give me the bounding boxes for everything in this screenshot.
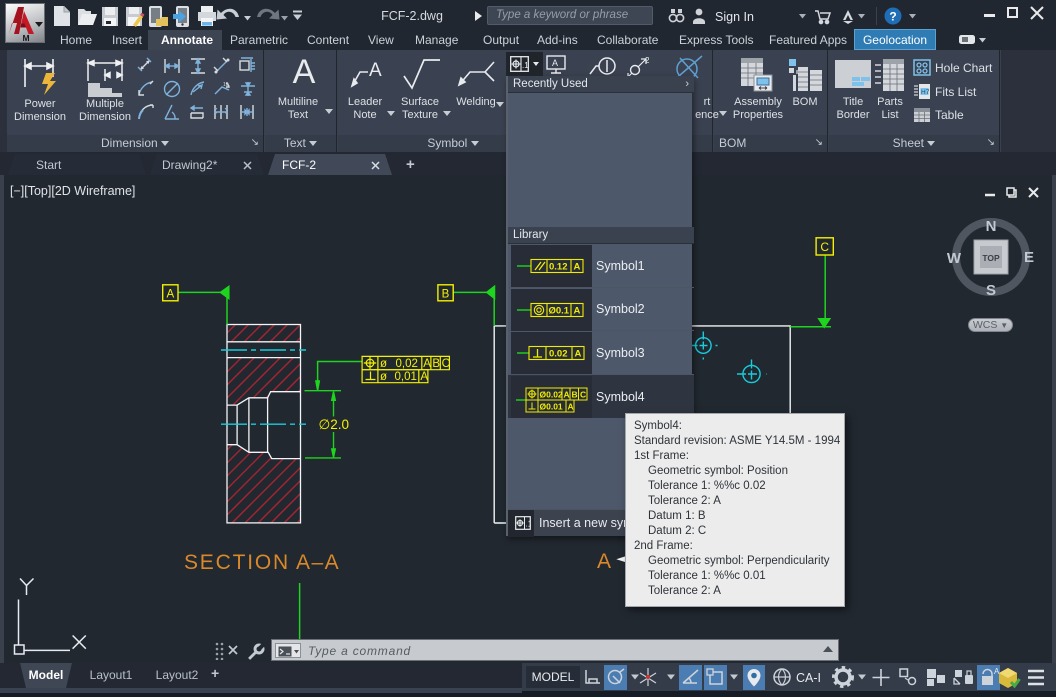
svg-text:0,01: 0,01	[395, 371, 417, 383]
svg-text:0.02: 0.02	[549, 349, 568, 360]
svg-text:H7: H7	[921, 89, 930, 96]
svg-text:A: A	[574, 262, 581, 273]
svg-text:ø: ø	[380, 371, 387, 383]
svg-text:A: A	[575, 349, 582, 360]
svg-text:A: A	[423, 358, 431, 370]
svg-text:ø: ø	[380, 358, 387, 370]
svg-text:A: A	[564, 389, 570, 399]
svg-text:Ø0.01: Ø0.01	[540, 401, 563, 411]
svg-text:A–A: A–A	[296, 551, 340, 574]
svg-text:CA-I: CA-I	[796, 671, 821, 685]
svg-text:A: A	[420, 371, 428, 383]
svg-text:C: C	[580, 389, 586, 399]
svg-text:B: B	[432, 358, 440, 370]
svg-text:B: B	[572, 389, 578, 399]
svg-text:Ø0.02: Ø0.02	[540, 389, 563, 399]
svg-text:C: C	[442, 358, 450, 370]
svg-text:B: B	[442, 288, 450, 300]
svg-text:C: C	[820, 240, 829, 254]
svg-text:A: A	[166, 288, 174, 300]
svg-text:0,02: 0,02	[396, 358, 418, 370]
svg-text:A: A	[568, 401, 574, 411]
svg-text:.1: .1	[522, 61, 529, 70]
svg-text:A: A	[552, 58, 558, 68]
svg-text:∅2.0: ∅2.0	[319, 417, 350, 432]
svg-text:2: 2	[645, 56, 650, 65]
svg-text:.1: .1	[526, 520, 532, 529]
svg-text:?: ?	[889, 10, 896, 24]
svg-text:0.12: 0.12	[549, 262, 568, 273]
svg-text:A: A	[574, 306, 581, 317]
svg-text:A: A	[597, 550, 611, 573]
svg-text:Sign In: Sign In	[715, 10, 754, 24]
svg-text:10: 10	[223, 82, 229, 88]
svg-text:A: A	[369, 60, 382, 81]
svg-text:SECTION: SECTION	[184, 551, 290, 574]
svg-text:Ø0.1: Ø0.1	[549, 306, 570, 317]
